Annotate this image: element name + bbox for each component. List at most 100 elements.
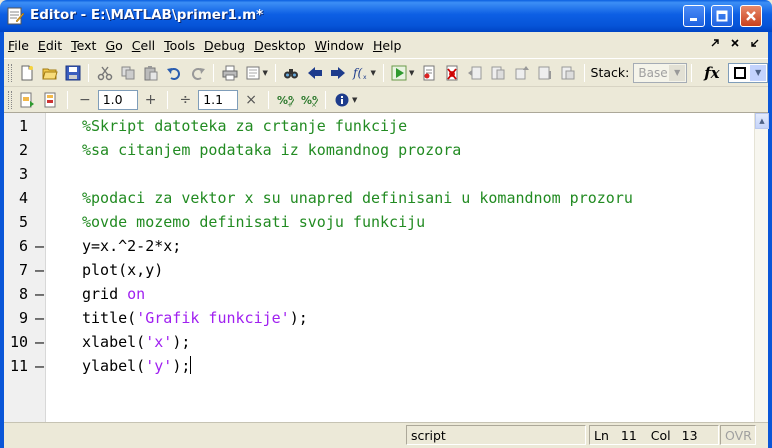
redo-icon[interactable] — [188, 63, 207, 83]
line-number: 8 — [18, 285, 28, 303]
cell-remove-percent-icon[interactable]: %%× — [299, 90, 319, 110]
fx-button[interactable]: fx — [704, 64, 719, 82]
code-line[interactable]: 5 %ovde mozemo definisati svoju funkciju — [4, 210, 750, 234]
code-string: 'Grafik funkcije' — [136, 309, 290, 327]
evaluate-cell-advance-icon[interactable] — [41, 90, 61, 110]
breakpoint-marker[interactable]: — — [35, 354, 44, 378]
toolbar-grip[interactable] — [8, 63, 12, 82]
window-layout-select[interactable]: ▼ — [727, 62, 769, 83]
status-col-label: Col — [650, 427, 671, 443]
chevron-down-icon[interactable]: ▼ — [371, 69, 376, 77]
line-code: plot(x,y) — [82, 258, 163, 282]
code-text: ); — [172, 357, 191, 375]
menu-cell[interactable]: Cell — [128, 38, 159, 53]
breakpoint-marker[interactable]: — — [35, 234, 44, 258]
menu-window[interactable]: Window — [311, 38, 368, 53]
save-icon[interactable] — [63, 63, 82, 83]
line-number: 6 — [18, 237, 28, 255]
line-number: 9 — [18, 309, 28, 327]
chevron-down-icon[interactable]: ▼ — [352, 96, 357, 104]
breakpoint-marker[interactable]: — — [35, 258, 44, 282]
menu-file[interactable]: File — [4, 38, 33, 53]
multiply-button[interactable]: × — [245, 92, 257, 108]
code-line[interactable]: 11 — ylabel('y'); — [4, 354, 750, 378]
continue-icon[interactable] — [535, 63, 554, 83]
breakpoint-marker[interactable]: — — [35, 330, 44, 354]
clear-breakpoints-icon[interactable] — [443, 63, 462, 83]
code-string: 'y' — [145, 357, 173, 375]
code-text: title( — [82, 309, 137, 327]
close-button[interactable] — [740, 5, 762, 27]
breakpoint-marker[interactable]: — — [35, 306, 44, 330]
chevron-down-icon[interactable]: ▼ — [750, 64, 767, 81]
menu-debug[interactable]: Debug — [200, 38, 249, 53]
text-cursor — [190, 356, 192, 374]
function-icon[interactable]: f(x — [351, 63, 370, 83]
undo-icon[interactable] — [165, 63, 184, 83]
menu-help[interactable]: Help — [369, 38, 406, 53]
close-doc-icon[interactable] — [730, 38, 740, 51]
title-bar[interactable]: Editor - E:\MATLAB\primer1.m* — [0, 0, 772, 32]
decrement-button[interactable]: − — [79, 92, 91, 108]
print-preview-icon[interactable] — [243, 63, 262, 83]
code-line[interactable]: 2 %sa citanjem podataka iz komandnog proz… — [4, 138, 750, 162]
step-icon[interactable] — [466, 63, 485, 83]
chevron-down-icon[interactable]: ▼ — [262, 69, 267, 77]
find-binoculars-icon[interactable] — [282, 63, 301, 83]
run-icon[interactable] — [390, 63, 409, 83]
code-line[interactable]: 9 — title('Grafik funkcije'); — [4, 306, 750, 330]
menu-go[interactable]: Go — [101, 38, 126, 53]
minimize-button[interactable] — [683, 5, 705, 27]
step-out-icon[interactable] — [512, 63, 531, 83]
toolbar-separator — [167, 90, 169, 109]
scroll-up-icon[interactable]: ▲ — [755, 113, 769, 129]
copy-icon[interactable] — [119, 63, 138, 83]
code-text: ); — [172, 333, 191, 351]
vertical-scrollbar[interactable]: ▲ — [754, 113, 769, 423]
paste-icon[interactable] — [142, 63, 161, 83]
menu-text[interactable]: Text — [67, 38, 100, 53]
dock-icon[interactable] — [750, 38, 760, 51]
code-line[interactable]: 6 — y=x.^2-2*x; — [4, 234, 750, 258]
open-folder-icon[interactable] — [40, 63, 59, 83]
breakpoint-marker[interactable]: — — [35, 282, 44, 306]
evaluate-cell-icon[interactable] — [17, 90, 37, 110]
menu-tools[interactable]: Tools — [160, 38, 199, 53]
increment-button[interactable]: + — [145, 92, 157, 108]
code-line[interactable]: 4 %podaci za vektor x su unapred definisa… — [4, 186, 750, 210]
print-icon[interactable] — [220, 63, 239, 83]
stack-select[interactable]: Base ▼ — [633, 62, 688, 83]
toolbar-separator — [213, 63, 215, 82]
code-text: plot(x,y) — [82, 261, 164, 279]
go-back-icon[interactable] — [305, 63, 324, 83]
new-file-icon[interactable] — [17, 63, 36, 83]
menu-edit[interactable]: Edit — [34, 38, 66, 53]
code-line[interactable]: 3 — [4, 162, 750, 186]
chevron-down-icon[interactable]: ▼ — [409, 69, 414, 77]
code-line[interactable]: 8 — grid on — [4, 282, 750, 306]
step-in-icon[interactable] — [489, 63, 508, 83]
cell-insert-percent-icon[interactable]: %%+ — [275, 90, 295, 110]
multiply-value-input[interactable]: 1.1 — [198, 89, 239, 110]
code-comment: %Skript datoteka za crtanje funkcije — [82, 117, 408, 135]
code-line[interactable]: 10 — xlabel('x'); — [4, 330, 750, 354]
code-editor[interactable]: 1 %Skript datoteka za crtanje funkcije 2 %s… — [4, 112, 769, 423]
decrement-value-input[interactable]: 1.0 — [97, 89, 138, 110]
line-number: 10 — [9, 333, 28, 351]
chevron-down-icon[interactable]: ▼ — [669, 64, 686, 81]
menu-desktop[interactable]: Desktop — [250, 38, 310, 53]
svg-text:x: x — [363, 74, 367, 81]
divide-button[interactable]: ÷ — [179, 92, 191, 108]
undock-icon[interactable] — [710, 38, 720, 51]
code-line[interactable]: 7 — plot(x,y) — [4, 258, 750, 282]
exit-debug-icon[interactable] — [558, 63, 577, 83]
toolbar-grip[interactable] — [8, 90, 12, 109]
go-forward-icon[interactable] — [328, 63, 347, 83]
maximize-button[interactable] — [711, 5, 733, 27]
set-breakpoint-icon[interactable] — [419, 63, 438, 83]
single-window-icon — [733, 66, 746, 79]
info-icon[interactable] — [332, 90, 352, 110]
code-line[interactable]: 1 %Skript datoteka za crtanje funkcije — [4, 114, 750, 138]
code-lines[interactable]: 1 %Skript datoteka za crtanje funkcije 2 %s… — [4, 113, 750, 423]
cut-icon[interactable] — [95, 63, 114, 83]
